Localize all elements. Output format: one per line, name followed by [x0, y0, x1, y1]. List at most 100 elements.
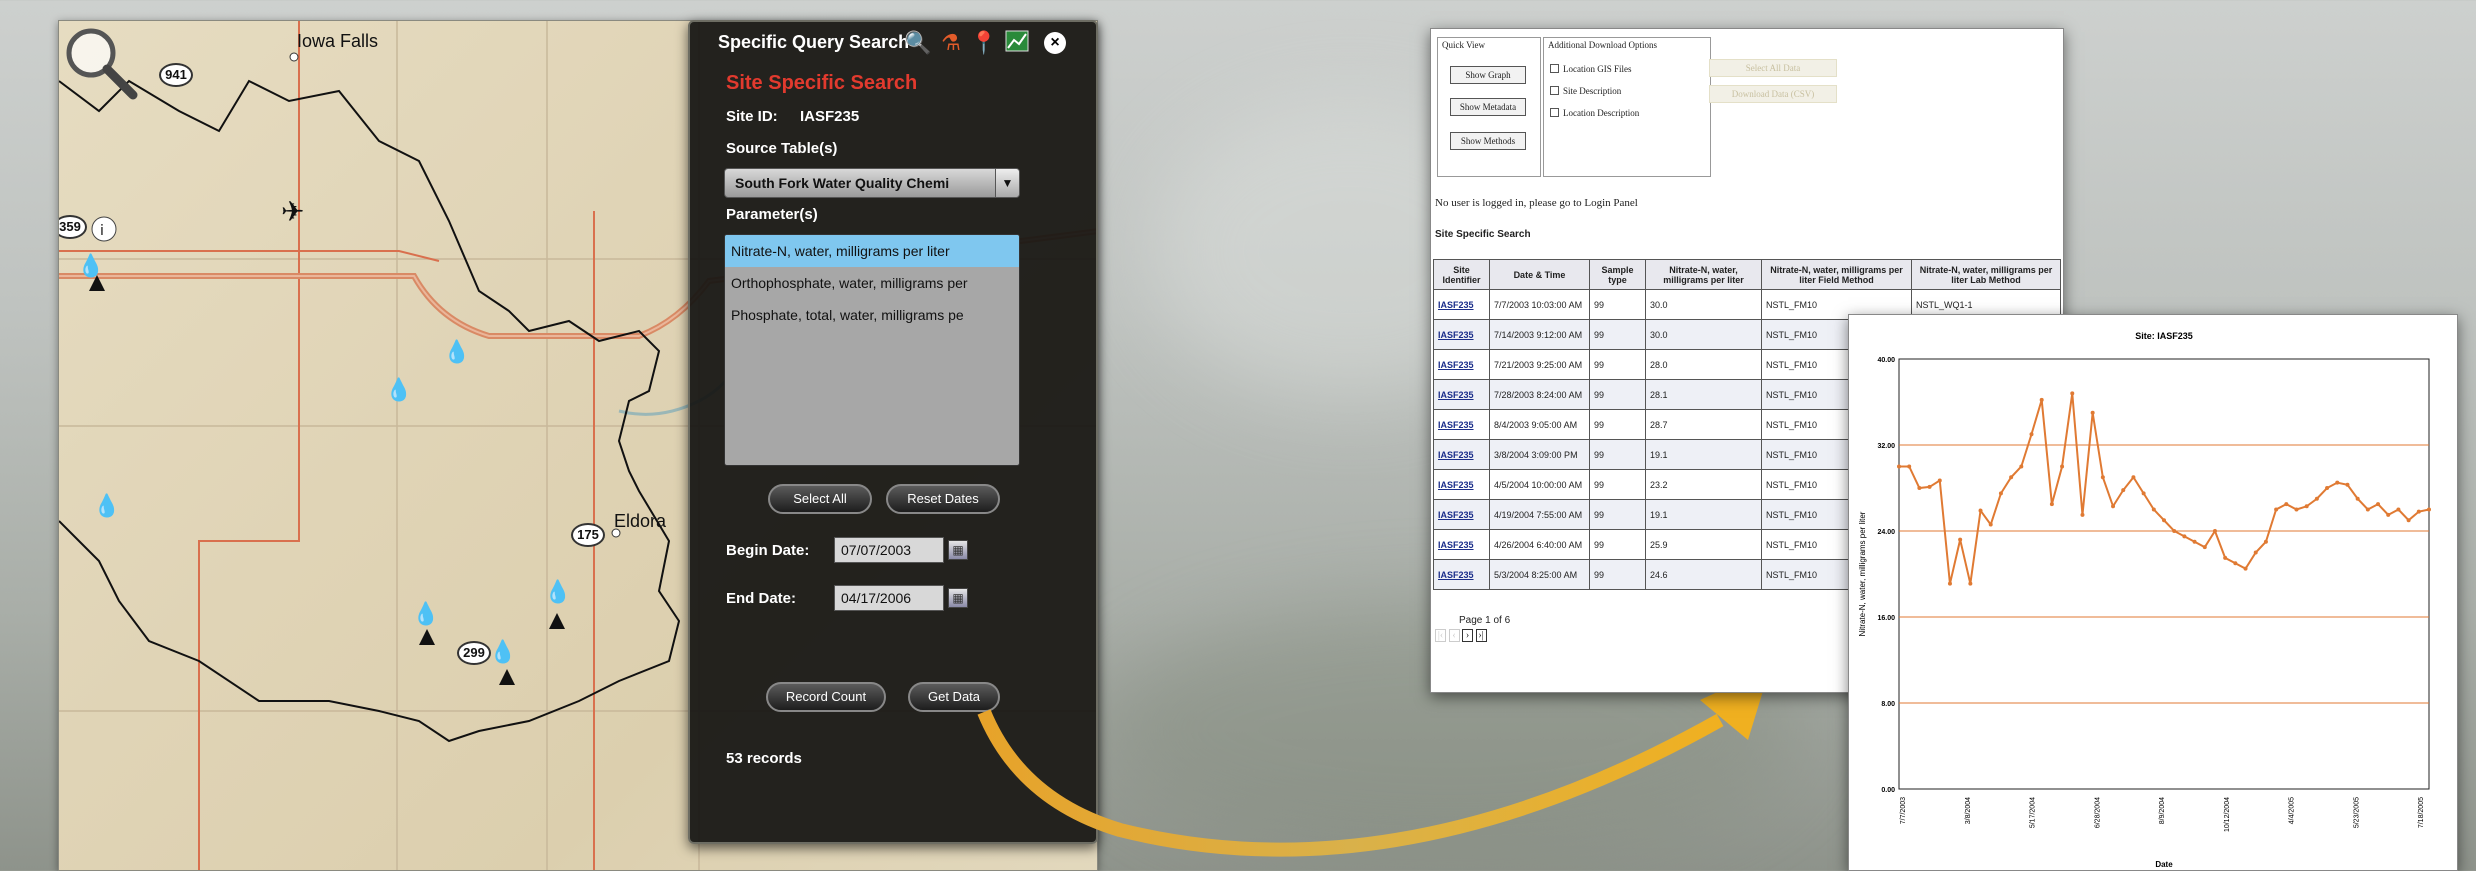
x-tick-label: 8/9/2004 [2159, 797, 2166, 824]
site-link-cell[interactable]: IASF235 [1433, 319, 1490, 350]
site-link-cell[interactable]: IASF235 [1433, 499, 1490, 530]
column-header: Nitrate-N, water, milligrams per liter F… [1761, 259, 1912, 290]
data-point [2416, 509, 2421, 514]
data-point [2162, 518, 2166, 523]
table-cell: 3/8/2004 3:09:00 PM [1489, 439, 1590, 470]
data-point [1988, 522, 1993, 527]
data-point [2121, 488, 2126, 493]
data-point [2376, 502, 2381, 507]
site-link-cell[interactable]: IASF235 [1433, 559, 1490, 590]
data-point [2049, 502, 2054, 507]
site-link[interactable]: IASF235 [1438, 300, 1474, 310]
last-page-icon[interactable]: ›| [1475, 629, 1487, 642]
data-point [1897, 464, 1901, 469]
table-cell: 19.1 [1645, 499, 1762, 530]
site-link[interactable]: IASF235 [1438, 420, 1474, 430]
table-cell: 4/5/2004 10:00:00 AM [1489, 469, 1590, 500]
table-cell: 4/26/2004 6:40:00 AM [1489, 529, 1590, 560]
table-cell: 99 [1589, 469, 1646, 500]
quick-view-label: Quick View [1442, 40, 1486, 50]
data-point [1927, 484, 1932, 489]
select-all-data-button[interactable]: Select All Data [1709, 59, 1837, 77]
data-point [2100, 475, 2105, 480]
site-link[interactable]: IASF235 [1438, 480, 1474, 490]
x-tick-label: 10/12/2004 [2224, 797, 2231, 832]
data-point [2345, 482, 2350, 487]
data-point [2335, 480, 2340, 485]
site-link[interactable]: IASF235 [1438, 360, 1474, 370]
data-point [2396, 507, 2401, 512]
option-checkbox[interactable]: Location GIS Files [1550, 64, 1632, 74]
data-point [1978, 508, 1983, 513]
data-point [2141, 491, 2146, 496]
x-tick-label: 7/7/2003 [1900, 797, 1907, 824]
data-point [1907, 464, 1912, 469]
show-graph-button[interactable]: Show Graph [1450, 66, 1526, 84]
section-title: Site Specific Search [1435, 229, 1531, 240]
next-page-icon[interactable]: › [1462, 629, 1473, 642]
option-label: Location GIS Files [1563, 64, 1632, 74]
site-link-cell[interactable]: IASF235 [1433, 409, 1490, 440]
site-link[interactable]: IASF235 [1438, 510, 1474, 520]
nitrate-chart: Site: IASF235 0.00 8.00 16.00 24.00 32.00 40.0… [1858, 331, 2431, 869]
x-tick-label: 5/17/2004 [2030, 797, 2037, 828]
pager-text: Page 1 of 6 [1459, 615, 1511, 626]
table-cell: 4/19/2004 7:55:00 AM [1489, 499, 1590, 530]
show-metadata-button[interactable]: Show Metadata [1450, 98, 1526, 116]
download-options-label: Additional Download Options [1548, 40, 1657, 50]
table-cell: 99 [1589, 499, 1646, 530]
site-link[interactable]: IASF235 [1438, 390, 1474, 400]
table-cell: 25.9 [1645, 529, 1762, 560]
data-point [2386, 512, 2391, 517]
y-axis-label: Nitrate-N, water, milligrams per liter [1858, 511, 1867, 636]
first-page-icon[interactable]: |‹ [1435, 629, 1446, 642]
site-link-cell[interactable]: IASF235 [1433, 349, 1490, 380]
table-cell: 28.1 [1645, 379, 1762, 410]
table-cell: 7/21/2003 9:25:00 AM [1489, 349, 1590, 380]
plot-area [1898, 358, 2430, 790]
option-label: Location Description [1563, 108, 1640, 118]
site-link-cell[interactable]: IASF235 [1433, 379, 1490, 410]
option-checkbox[interactable]: Location Description [1550, 108, 1639, 118]
table-cell: 7/7/2003 10:03:00 AM [1489, 289, 1590, 320]
data-point [2070, 391, 2075, 396]
data-point [2223, 555, 2228, 560]
site-link-cell[interactable]: IASF235 [1433, 289, 1490, 320]
table-cell: 99 [1589, 349, 1646, 380]
data-point [2427, 507, 2431, 512]
data-point [2202, 545, 2207, 550]
data-point [2365, 507, 2370, 512]
download-data-button[interactable]: Download Data (CSV) [1709, 85, 1837, 103]
data-point [2274, 507, 2279, 512]
site-link[interactable]: IASF235 [1438, 450, 1474, 460]
y-tick-label: 32.00 [1877, 443, 1895, 450]
site-link[interactable]: IASF235 [1438, 570, 1474, 580]
show-methods-button[interactable]: Show Methods [1450, 132, 1526, 150]
site-link[interactable]: IASF235 [1438, 330, 1474, 340]
chart-title: Site: IASF235 [2135, 331, 2193, 341]
data-point [2182, 534, 2187, 539]
option-checkbox[interactable]: Site Description [1550, 86, 1621, 96]
chart-page: Site: IASF235 0.00 8.00 16.00 24.00 32.00 40.0… [1848, 314, 2458, 871]
prev-page-icon[interactable]: ‹ [1448, 629, 1460, 642]
data-point [2355, 496, 2360, 501]
site-link-cell[interactable]: IASF235 [1433, 469, 1490, 500]
site-link-cell[interactable]: IASF235 [1433, 529, 1490, 560]
data-point [2019, 464, 2024, 469]
data-point [2151, 507, 2156, 512]
site-link[interactable]: IASF235 [1438, 540, 1474, 550]
site-link-cell[interactable]: IASF235 [1433, 439, 1490, 470]
data-point [2314, 496, 2319, 501]
table-cell: 99 [1589, 529, 1646, 560]
data-point [2325, 486, 2330, 490]
table-cell: 99 [1589, 319, 1646, 350]
y-tick-label: 40.00 [1877, 357, 1895, 364]
table-cell: 7/14/2003 9:12:00 AM [1489, 319, 1590, 350]
data-point [2304, 504, 2309, 509]
data-point [1998, 491, 2003, 496]
column-header: Date & Time [1489, 259, 1590, 290]
data-point [2243, 566, 2248, 571]
pager-controls: |‹ ‹ › ›| [1435, 629, 1487, 642]
data-point [1917, 486, 1922, 490]
data-point [2233, 561, 2238, 566]
